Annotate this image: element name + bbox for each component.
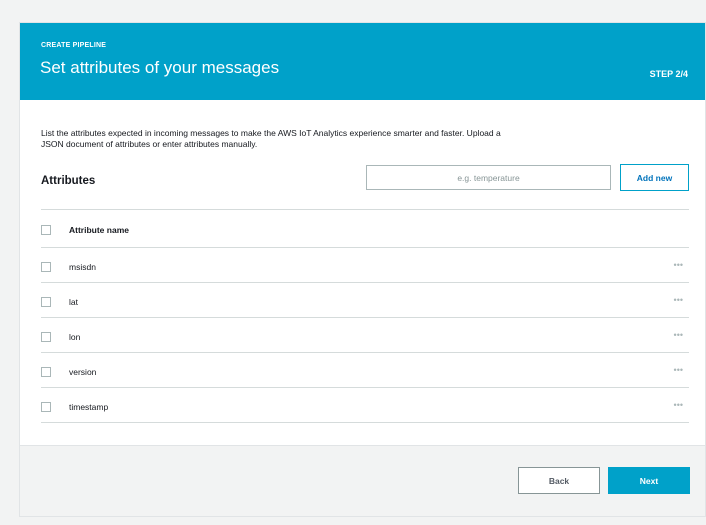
attribute-name-cell: timestamp — [69, 402, 109, 412]
next-button[interactable]: Next — [608, 467, 690, 494]
table-row: version ••• — [41, 353, 689, 388]
description-text: List the attributes expected in incoming… — [41, 128, 501, 149]
row-checkbox[interactable] — [41, 402, 51, 412]
step-indicator: STEP 2/4 — [649, 69, 688, 79]
more-options-icon[interactable]: ••• — [674, 400, 683, 410]
wizard-footer — [20, 445, 705, 516]
attribute-name-input[interactable] — [366, 165, 611, 190]
table-row: lat ••• — [41, 283, 689, 318]
table-row: timestamp ••• — [41, 388, 689, 423]
more-options-icon[interactable]: ••• — [674, 295, 683, 305]
column-header-attribute-name: Attribute name — [69, 225, 129, 235]
wizard-eyebrow: CREATE PIPELINE — [41, 42, 107, 49]
select-all-checkbox[interactable] — [41, 225, 51, 235]
attribute-name-cell: version — [69, 367, 97, 377]
table-row: lon ••• — [41, 318, 689, 353]
table-header-row: Attribute name — [41, 210, 689, 248]
wizard-header: CREATE PIPELINE Set attributes of your m… — [20, 23, 705, 100]
attribute-name-cell: lon — [69, 332, 81, 342]
row-checkbox[interactable] — [41, 367, 51, 377]
back-button[interactable]: Back — [518, 467, 600, 494]
row-checkbox[interactable] — [41, 297, 51, 307]
attribute-name-cell: lat — [69, 297, 78, 307]
attribute-name-cell: msisdn — [69, 262, 96, 272]
row-checkbox[interactable] — [41, 262, 51, 272]
more-options-icon[interactable]: ••• — [674, 260, 683, 270]
more-options-icon[interactable]: ••• — [674, 330, 683, 340]
more-options-icon[interactable]: ••• — [674, 365, 683, 375]
table-row: msisdn ••• — [41, 248, 689, 283]
attributes-section-title: Attributes — [41, 175, 96, 187]
create-pipeline-card: CREATE PIPELINE Set attributes of your m… — [19, 22, 706, 517]
attributes-table: Attribute name msisdn ••• lat ••• lon ••… — [41, 209, 689, 423]
page-title: Set attributes of your messages — [40, 58, 280, 77]
row-checkbox[interactable] — [41, 332, 51, 342]
add-new-button[interactable]: Add new — [620, 164, 689, 191]
